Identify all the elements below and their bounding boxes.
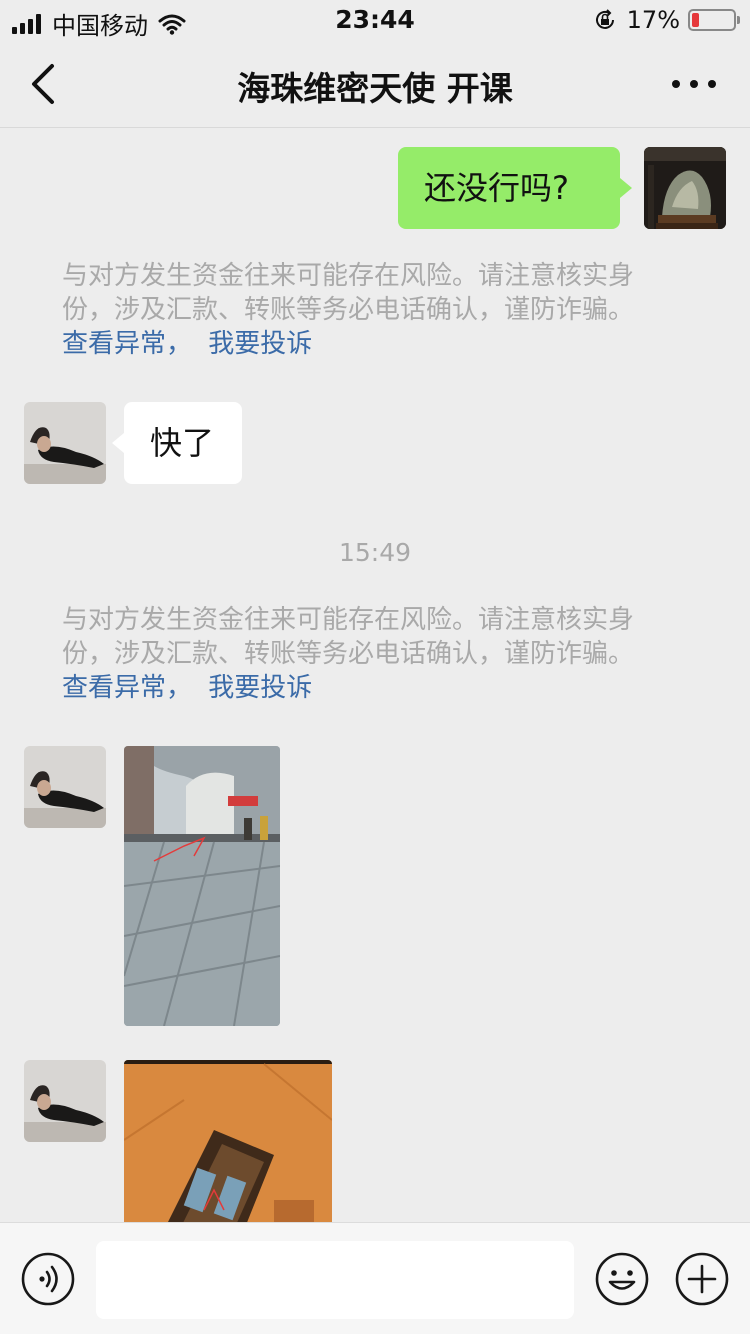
report-link[interactable]: 我要投诉 bbox=[208, 673, 312, 703]
notice-links: 查看异常， 我要投诉 bbox=[62, 327, 702, 361]
risk-warning-notice: 与对方发生资金往来可能存在风险。请注意核实身 份，涉及汇款、转账等务必电话确认，… bbox=[62, 603, 702, 705]
report-link[interactable]: 我要投诉 bbox=[208, 329, 312, 359]
battery-level bbox=[692, 13, 699, 27]
status-right: 17% bbox=[593, 6, 740, 34]
message-text: 还没行吗? bbox=[424, 169, 569, 207]
contact-avatar-image bbox=[24, 1060, 106, 1142]
status-bar: 中国移动 23:44 17% bbox=[0, 0, 750, 40]
received-message-bubble[interactable]: 快了 bbox=[124, 402, 242, 484]
received-image-street[interactable] bbox=[124, 746, 280, 1026]
bubble-tail bbox=[112, 433, 124, 453]
risk-warning-notice: 与对方发生资金往来可能存在风险。请注意核实身 份，涉及汇款、转账等务必电话确认，… bbox=[62, 259, 702, 361]
notice-line: 份，涉及汇款、转账等务必电话确认，谨防诈骗。 bbox=[62, 295, 635, 325]
sent-message-bubble[interactable]: 还没行吗? bbox=[398, 147, 620, 229]
contact-avatar-image bbox=[24, 402, 106, 484]
contact-avatar[interactable] bbox=[24, 1060, 106, 1142]
battery-icon bbox=[688, 9, 740, 31]
notice-line: 与对方发生资金往来可能存在风险。请注意核实身 bbox=[62, 605, 635, 635]
chat-area[interactable]: 还没行吗? 与对方发生资金往来可能存在风险。请注意核实身 份，涉及汇款、转账等务… bbox=[0, 129, 750, 1222]
orientation-lock-icon bbox=[595, 9, 614, 29]
view-anomaly-link[interactable]: 查看异常， bbox=[62, 329, 192, 359]
input-bar bbox=[0, 1222, 750, 1334]
notice-links: 查看异常， 我要投诉 bbox=[62, 671, 702, 705]
notice-line: 份，涉及汇款、转账等务必电话确认，谨防诈骗。 bbox=[62, 639, 635, 669]
message-timestamp: 15:49 bbox=[338, 538, 412, 567]
battery-percent: 17% bbox=[626, 6, 680, 34]
chat-title: 海珠维密天使 开课 bbox=[237, 69, 513, 108]
notice-line: 与对方发生资金往来可能存在风险。请注意核实身 bbox=[62, 261, 635, 291]
my-avatar[interactable] bbox=[644, 147, 726, 229]
contact-avatar-image bbox=[24, 746, 106, 828]
received-image-tiles[interactable] bbox=[124, 1060, 332, 1222]
view-anomaly-link[interactable]: 查看异常， bbox=[62, 673, 192, 703]
street-photo bbox=[124, 746, 280, 1026]
contact-avatar[interactable] bbox=[24, 746, 106, 828]
bubble-tail bbox=[620, 178, 632, 198]
emoji-icon[interactable] bbox=[594, 1251, 650, 1307]
floor-tile-photo bbox=[124, 1060, 332, 1222]
plus-icon[interactable] bbox=[674, 1251, 730, 1307]
message-text: 快了 bbox=[150, 424, 215, 462]
rock-avatar-image bbox=[644, 147, 726, 229]
voice-icon[interactable] bbox=[20, 1251, 76, 1307]
nav-bar: 海珠维密天使 开课 bbox=[0, 40, 750, 128]
more-dots-icon[interactable] bbox=[668, 70, 720, 98]
contact-avatar[interactable] bbox=[24, 402, 106, 484]
message-input[interactable] bbox=[96, 1241, 574, 1319]
